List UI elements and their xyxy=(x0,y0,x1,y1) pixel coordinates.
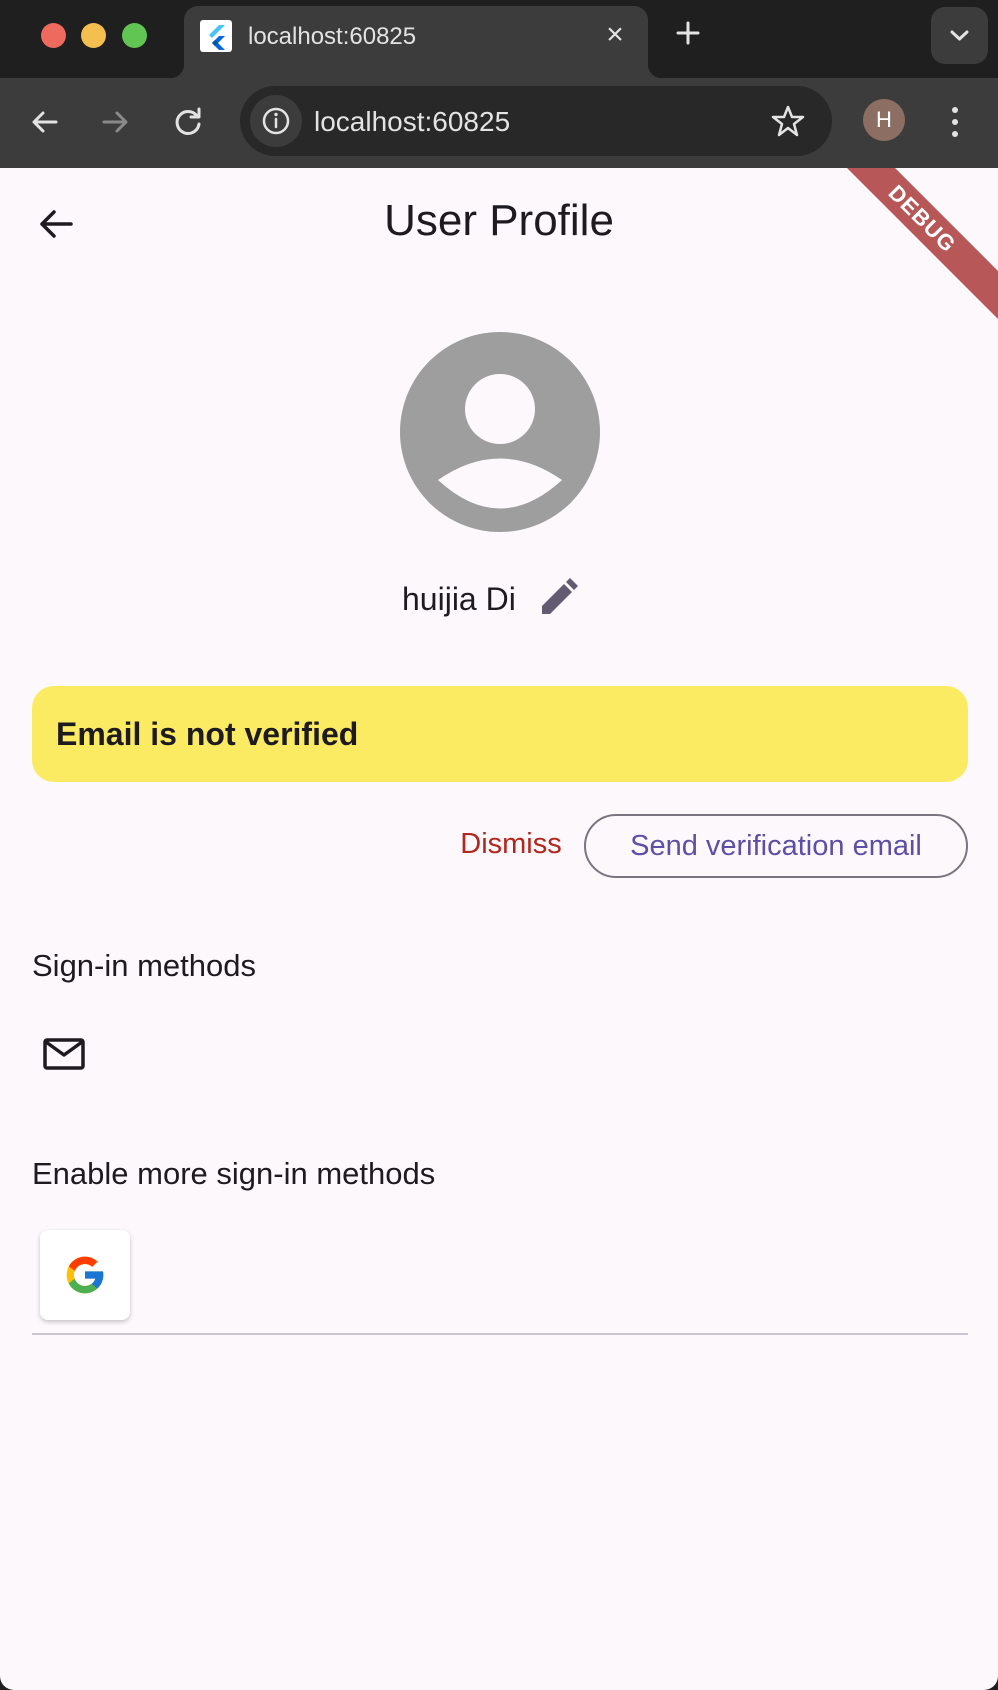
forward-nav-icon[interactable] xyxy=(93,100,137,144)
tab-search-button[interactable] xyxy=(931,7,988,64)
url-text[interactable]: localhost:60825 xyxy=(314,106,510,138)
flutter-favicon-icon xyxy=(200,20,232,52)
google-icon xyxy=(66,1256,104,1294)
window-minimize-button[interactable] xyxy=(81,23,106,48)
dismiss-button[interactable]: Dismiss xyxy=(446,814,576,874)
user-avatar-icon[interactable] xyxy=(400,332,600,532)
google-signin-button[interactable] xyxy=(40,1230,130,1320)
tab-close-icon[interactable]: × xyxy=(598,18,632,52)
address-bar[interactable]: localhost:60825 xyxy=(240,86,832,156)
app-page: User Profile DEBUG huijia Di Email is no… xyxy=(0,168,998,1690)
more-menu-icon[interactable] xyxy=(940,100,970,144)
bookmark-star-icon[interactable] xyxy=(770,103,806,139)
page-title: User Profile xyxy=(384,196,614,245)
window-close-button[interactable] xyxy=(41,23,66,48)
new-tab-plus-icon[interactable] xyxy=(671,16,705,50)
debug-banner: DEBUG xyxy=(810,168,998,331)
banner-text: Email is not verified xyxy=(56,716,359,752)
display-name-row: huijia Di xyxy=(0,574,998,624)
reload-icon[interactable] xyxy=(166,100,210,144)
email-not-verified-banner: Email is not verified xyxy=(32,686,968,782)
back-nav-icon[interactable] xyxy=(23,100,67,144)
divider xyxy=(32,1333,968,1335)
browser-toolbar: localhost:60825 H xyxy=(0,78,998,168)
signin-methods-heading: Sign-in methods xyxy=(32,948,257,983)
site-info-icon[interactable] xyxy=(250,95,302,147)
browser-tabstrip: localhost:60825 × xyxy=(0,0,998,78)
window-maximize-button[interactable] xyxy=(122,23,147,48)
display-name: huijia Di xyxy=(402,581,516,617)
edit-pencil-icon[interactable] xyxy=(534,574,582,622)
enable-more-methods-heading: Enable more sign-in methods xyxy=(32,1156,436,1191)
chevron-down-icon xyxy=(950,30,969,41)
profile-avatar[interactable]: H xyxy=(863,99,905,141)
tab-title: localhost:60825 xyxy=(248,23,417,50)
browser-tab-active[interactable]: localhost:60825 × xyxy=(170,6,662,78)
mail-icon xyxy=(40,1030,88,1078)
send-verification-email-button[interactable]: Send verification email xyxy=(584,814,968,878)
